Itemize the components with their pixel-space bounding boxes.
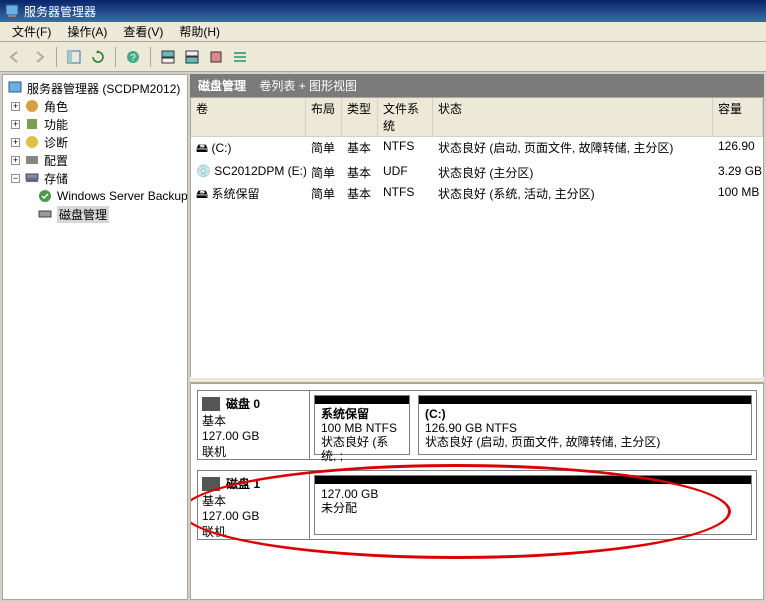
disk-1[interactable]: 磁盘 1 基本 127.00 GB 联机 127.00 GB 未分配	[197, 470, 757, 540]
toolbar: ?	[0, 42, 766, 72]
content-header: 磁盘管理 卷列表 + 图形视图	[190, 74, 764, 97]
disk-icon	[202, 477, 220, 491]
list-button[interactable]	[229, 46, 251, 68]
volume-row[interactable]: 💿 SC2012DPM (E:) 简单 基本 UDF 状态良好 (主分区) 3.…	[191, 162, 763, 183]
config-icon	[24, 152, 40, 168]
tree-diskmgmt[interactable]: 磁盘管理	[3, 205, 187, 223]
svg-text:?: ?	[130, 53, 136, 64]
drive-icon: 🖴	[196, 141, 211, 155]
storage-icon	[24, 170, 40, 186]
volume-header: 卷 布局 类型 文件系统 状态 容量	[191, 98, 763, 137]
volume-row[interactable]: 🖴 系统保留 简单 基本 NTFS 状态良好 (系统, 活动, 主分区) 100…	[191, 183, 763, 208]
help-button[interactable]: ?	[122, 46, 144, 68]
volume-row[interactable]: 🖴 (C:) 简单 基本 NTFS 状态良好 (启动, 页面文件, 故障转储, …	[191, 137, 763, 162]
diag-icon	[24, 134, 40, 150]
col-capacity[interactable]: 容量	[713, 98, 763, 136]
menu-file[interactable]: 文件(F)	[4, 21, 59, 42]
cd-icon: 💿	[196, 164, 214, 178]
settings-button[interactable]	[205, 46, 227, 68]
backup-icon	[37, 188, 53, 204]
drive-icon: 🖴	[196, 187, 211, 201]
disk-graphical-pane: 磁盘 0 基本 127.00 GB 联机 系统保留 100 MB NTFS 状态…	[190, 383, 764, 600]
tree-panel: 服务器管理器 (SCDPM2012) + 角色 + 功能 + 诊断 + 配置 −…	[2, 74, 188, 600]
disk-0[interactable]: 磁盘 0 基本 127.00 GB 联机 系统保留 100 MB NTFS 状态…	[197, 390, 757, 460]
expand-icon[interactable]: +	[11, 156, 20, 165]
features-icon	[24, 116, 40, 132]
disk-icon	[37, 206, 53, 222]
window-title: 服务器管理器	[24, 3, 96, 20]
partition-c[interactable]: (C:) 126.90 GB NTFS 状态良好 (启动, 页面文件, 故障转储…	[418, 395, 752, 455]
expand-icon[interactable]: +	[11, 102, 20, 111]
tree-features[interactable]: + 功能	[3, 115, 187, 133]
roles-icon	[24, 98, 40, 114]
col-fs[interactable]: 文件系统	[378, 98, 433, 136]
back-button	[4, 46, 26, 68]
tree-root[interactable]: 服务器管理器 (SCDPM2012)	[3, 79, 187, 97]
collapse-icon[interactable]: −	[11, 174, 20, 183]
app-icon	[4, 3, 20, 19]
tree-wsb[interactable]: Windows Server Backup	[3, 187, 187, 205]
col-status[interactable]: 状态	[433, 98, 713, 136]
disk-info: 磁盘 0 基本 127.00 GB 联机	[198, 391, 310, 459]
tree-roles[interactable]: + 角色	[3, 97, 187, 115]
forward-button	[28, 46, 50, 68]
tree-diag[interactable]: + 诊断	[3, 133, 187, 151]
content-subtitle: 卷列表 + 图形视图	[259, 79, 357, 93]
partition-unallocated[interactable]: 127.00 GB 未分配	[314, 475, 752, 535]
content-title: 磁盘管理	[198, 79, 246, 93]
refresh-button[interactable]	[87, 46, 109, 68]
menubar: 文件(F) 操作(A) 查看(V) 帮助(H)	[0, 22, 766, 42]
menu-action[interactable]: 操作(A)	[59, 21, 115, 42]
expand-icon[interactable]: +	[11, 138, 20, 147]
col-type[interactable]: 类型	[342, 98, 378, 136]
titlebar: 服务器管理器	[0, 0, 766, 22]
col-volume[interactable]: 卷	[191, 98, 306, 136]
expand-icon[interactable]: +	[11, 120, 20, 129]
tree-config[interactable]: + 配置	[3, 151, 187, 169]
menu-view[interactable]: 查看(V)	[115, 21, 171, 42]
server-icon	[7, 80, 23, 96]
disk-icon	[202, 397, 220, 411]
col-layout[interactable]: 布局	[306, 98, 342, 136]
menu-help[interactable]: 帮助(H)	[171, 21, 228, 42]
volume-list: 卷 布局 类型 文件系统 状态 容量 🖴 (C:) 简单 基本 NTFS 状态良…	[190, 97, 764, 377]
tree-storage[interactable]: − 存储	[3, 169, 187, 187]
disk-info: 磁盘 1 基本 127.00 GB 联机	[198, 471, 310, 539]
partition-system-reserved[interactable]: 系统保留 100 MB NTFS 状态良好 (系统, ;	[314, 395, 410, 455]
view-button[interactable]	[63, 46, 85, 68]
view-top-button[interactable]	[157, 46, 179, 68]
view-bottom-button[interactable]	[181, 46, 203, 68]
